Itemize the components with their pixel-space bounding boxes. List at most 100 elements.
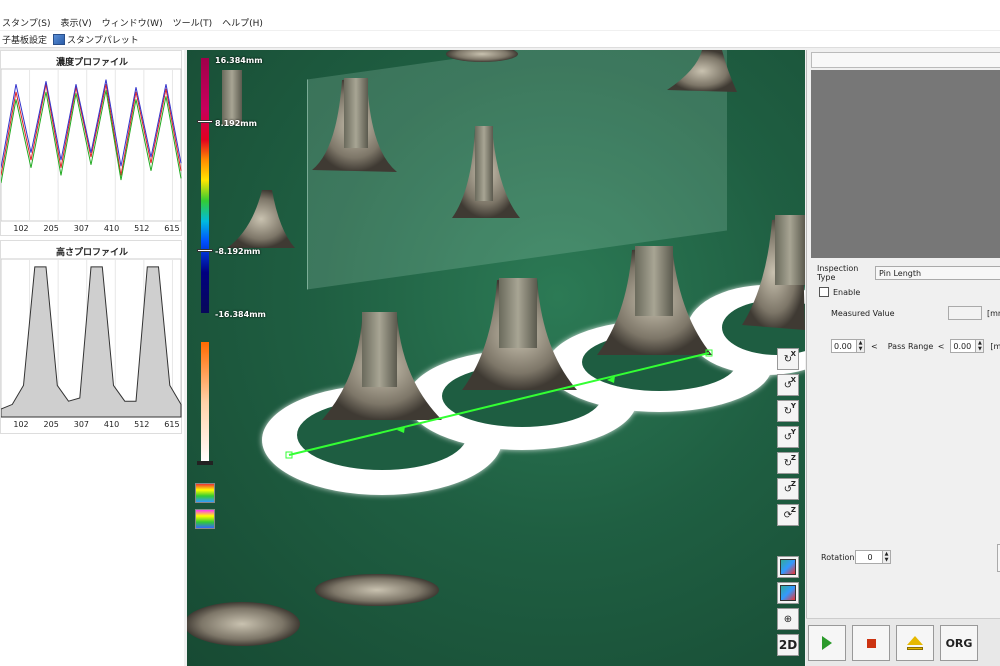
chevron-down-icon: ▼ [858, 346, 863, 352]
enable-label: Enable [833, 287, 861, 297]
intensity-marker[interactable] [197, 461, 213, 465]
rotate-z-plus-button[interactable]: ↻ Z [777, 452, 799, 474]
pin-3 [597, 246, 712, 355]
pin-back-2 [452, 126, 520, 218]
zoom-fit-button[interactable]: ⊕ [777, 608, 799, 630]
axis-label: X [790, 376, 796, 384]
rotate-z-reset-button[interactable]: ⟳ Z [777, 504, 799, 526]
menu-tools[interactable]: ツール(T) [173, 16, 213, 29]
tick-label: 512 [134, 420, 149, 429]
axis-label: Z [790, 454, 796, 462]
measured-unit: [mm [987, 308, 1000, 318]
view-cube-top-button[interactable] [777, 582, 799, 604]
stop-button[interactable] [852, 625, 890, 661]
scale-upper-marker[interactable] [197, 120, 213, 123]
measured-value-row: Measured Value [mm [831, 306, 1000, 320]
panel-header-field [811, 52, 1000, 68]
measured-value-field [948, 306, 982, 320]
pin-back-1 [312, 78, 397, 172]
pass-range-max-input[interactable]: 0.00 [950, 339, 977, 353]
tick-label: 307 [74, 224, 89, 233]
pass-range-min-input[interactable]: 0.00 [831, 339, 857, 353]
rotate-x-plus-button[interactable]: ↻ X [777, 348, 799, 370]
view-cube-front-button[interactable] [777, 556, 799, 578]
axis-label: Z [790, 506, 796, 514]
scale-bottom-label: -16.384mm [215, 310, 266, 319]
enable-row: Enable [819, 287, 860, 297]
title-bar [0, 0, 1000, 14]
less-than-1: < [871, 341, 878, 351]
density-chart-svg: 102 205 307 410 512 615 [1, 68, 182, 233]
density-profile-chart: 濃度プロファイル 102 205 307 410 512 615 [0, 50, 182, 236]
chevron-down-icon: ▼ [977, 346, 982, 352]
rotation-row: Rotation 0 ▲ ▼ [821, 550, 891, 564]
height-chart-svg: 102 205 307 410 512 615 [1, 258, 182, 429]
pin-back-4 [227, 190, 295, 248]
origin-button[interactable]: ORG [940, 625, 978, 661]
rotation-label: Rotation [821, 552, 855, 562]
chevron-down-icon: ▼ [884, 557, 889, 563]
axis-label: X [790, 350, 796, 358]
inspection-type-label: Inspection Type [817, 264, 859, 282]
axis-label: Z [790, 480, 796, 488]
sub-board-settings-label: 子基板設定 [2, 35, 48, 46]
rotation-spinner[interactable]: ▲ ▼ [883, 550, 891, 564]
tick-label: 307 [74, 420, 89, 429]
3d-viewport[interactable]: 16.384mm 8.192mm -8.192mm -16.384mm ↻ X ↺… [187, 50, 805, 666]
tick-label: 410 [104, 420, 119, 429]
pins-svg [187, 50, 805, 646]
run-button[interactable] [808, 625, 846, 661]
menu-help[interactable]: ヘルプ(H) [222, 16, 263, 29]
sub-board-settings-button[interactable]: 子基板設定 [2, 33, 47, 46]
menu-view[interactable]: 表示(V) [60, 16, 91, 29]
height-profile-chart: 高さプロファイル 102 205 307 410 512 615 [0, 240, 182, 434]
preview-area [811, 70, 1000, 258]
axis-label: Y [790, 402, 796, 410]
pass-range-label: Pass Range [887, 341, 934, 351]
colormap-toggle-button[interactable] [195, 483, 215, 503]
stamp-palette-button[interactable]: スタンプパレット [53, 33, 139, 46]
enable-checkbox[interactable] [819, 287, 829, 297]
stamp-palette-label: スタンプパレット [67, 35, 139, 46]
rotation-input[interactable]: 0 [855, 550, 883, 564]
cube-icon [780, 559, 796, 575]
tick-label: 615 [164, 420, 179, 429]
menu-window[interactable]: ウィンドウ(W) [102, 16, 163, 29]
inspection-panel: Inspection Type Pin Length Enable Measur… [806, 50, 1000, 666]
tick-label: 102 [13, 420, 28, 429]
inspection-type-select[interactable]: Pin Length [875, 266, 1000, 280]
tick-label: 512 [134, 224, 149, 233]
rotate-y-minus-button[interactable]: ↺ Y [777, 426, 799, 448]
pin-4 [742, 215, 805, 330]
less-than-2: < [937, 341, 945, 351]
tick-label: 615 [164, 224, 179, 233]
pin-back-3 [667, 50, 737, 92]
stop-icon [866, 638, 876, 648]
profile-panel: 濃度プロファイル 102 205 307 410 512 615 高さプロファイル 102… [0, 50, 184, 666]
pass-range-unit: [mm [990, 341, 1000, 351]
scale-top-label: 16.384mm [215, 56, 263, 65]
menu-stamp[interactable]: スタンプ(S) [2, 16, 50, 29]
pass-range-min-spinner[interactable]: ▲ ▼ [857, 339, 865, 353]
colormap-palette-button[interactable] [195, 509, 215, 529]
control-bar: ORG [806, 618, 1000, 666]
rotate-z-minus-button[interactable]: ↺ Z [777, 478, 799, 500]
mode-2d-button[interactable]: 2D [777, 634, 799, 656]
rotate-x-minus-button[interactable]: ↺ X [777, 374, 799, 396]
scale-lower-marker[interactable] [197, 249, 213, 252]
solder-blob-1 [315, 574, 439, 606]
height-color-scale [201, 58, 209, 313]
pass-range-row: 0.00 ▲▼ < Pass Range < 0.00 ▲▼ [mm [831, 339, 1000, 353]
zoom-icon: ⊕ [783, 613, 793, 625]
solder-blob-3 [446, 50, 518, 62]
measured-value-label: Measured Value [831, 308, 895, 318]
pin-2 [462, 278, 577, 390]
pass-range-max-spinner[interactable]: ▲ ▼ [976, 339, 985, 353]
intensity-scale [201, 342, 209, 462]
pin-1 [322, 312, 442, 420]
eject-button[interactable] [896, 625, 934, 661]
eject-icon [907, 636, 923, 650]
palette-icon [53, 33, 66, 45]
tick-label: 102 [13, 224, 28, 233]
rotate-y-plus-button[interactable]: ↻ Y [777, 400, 799, 422]
